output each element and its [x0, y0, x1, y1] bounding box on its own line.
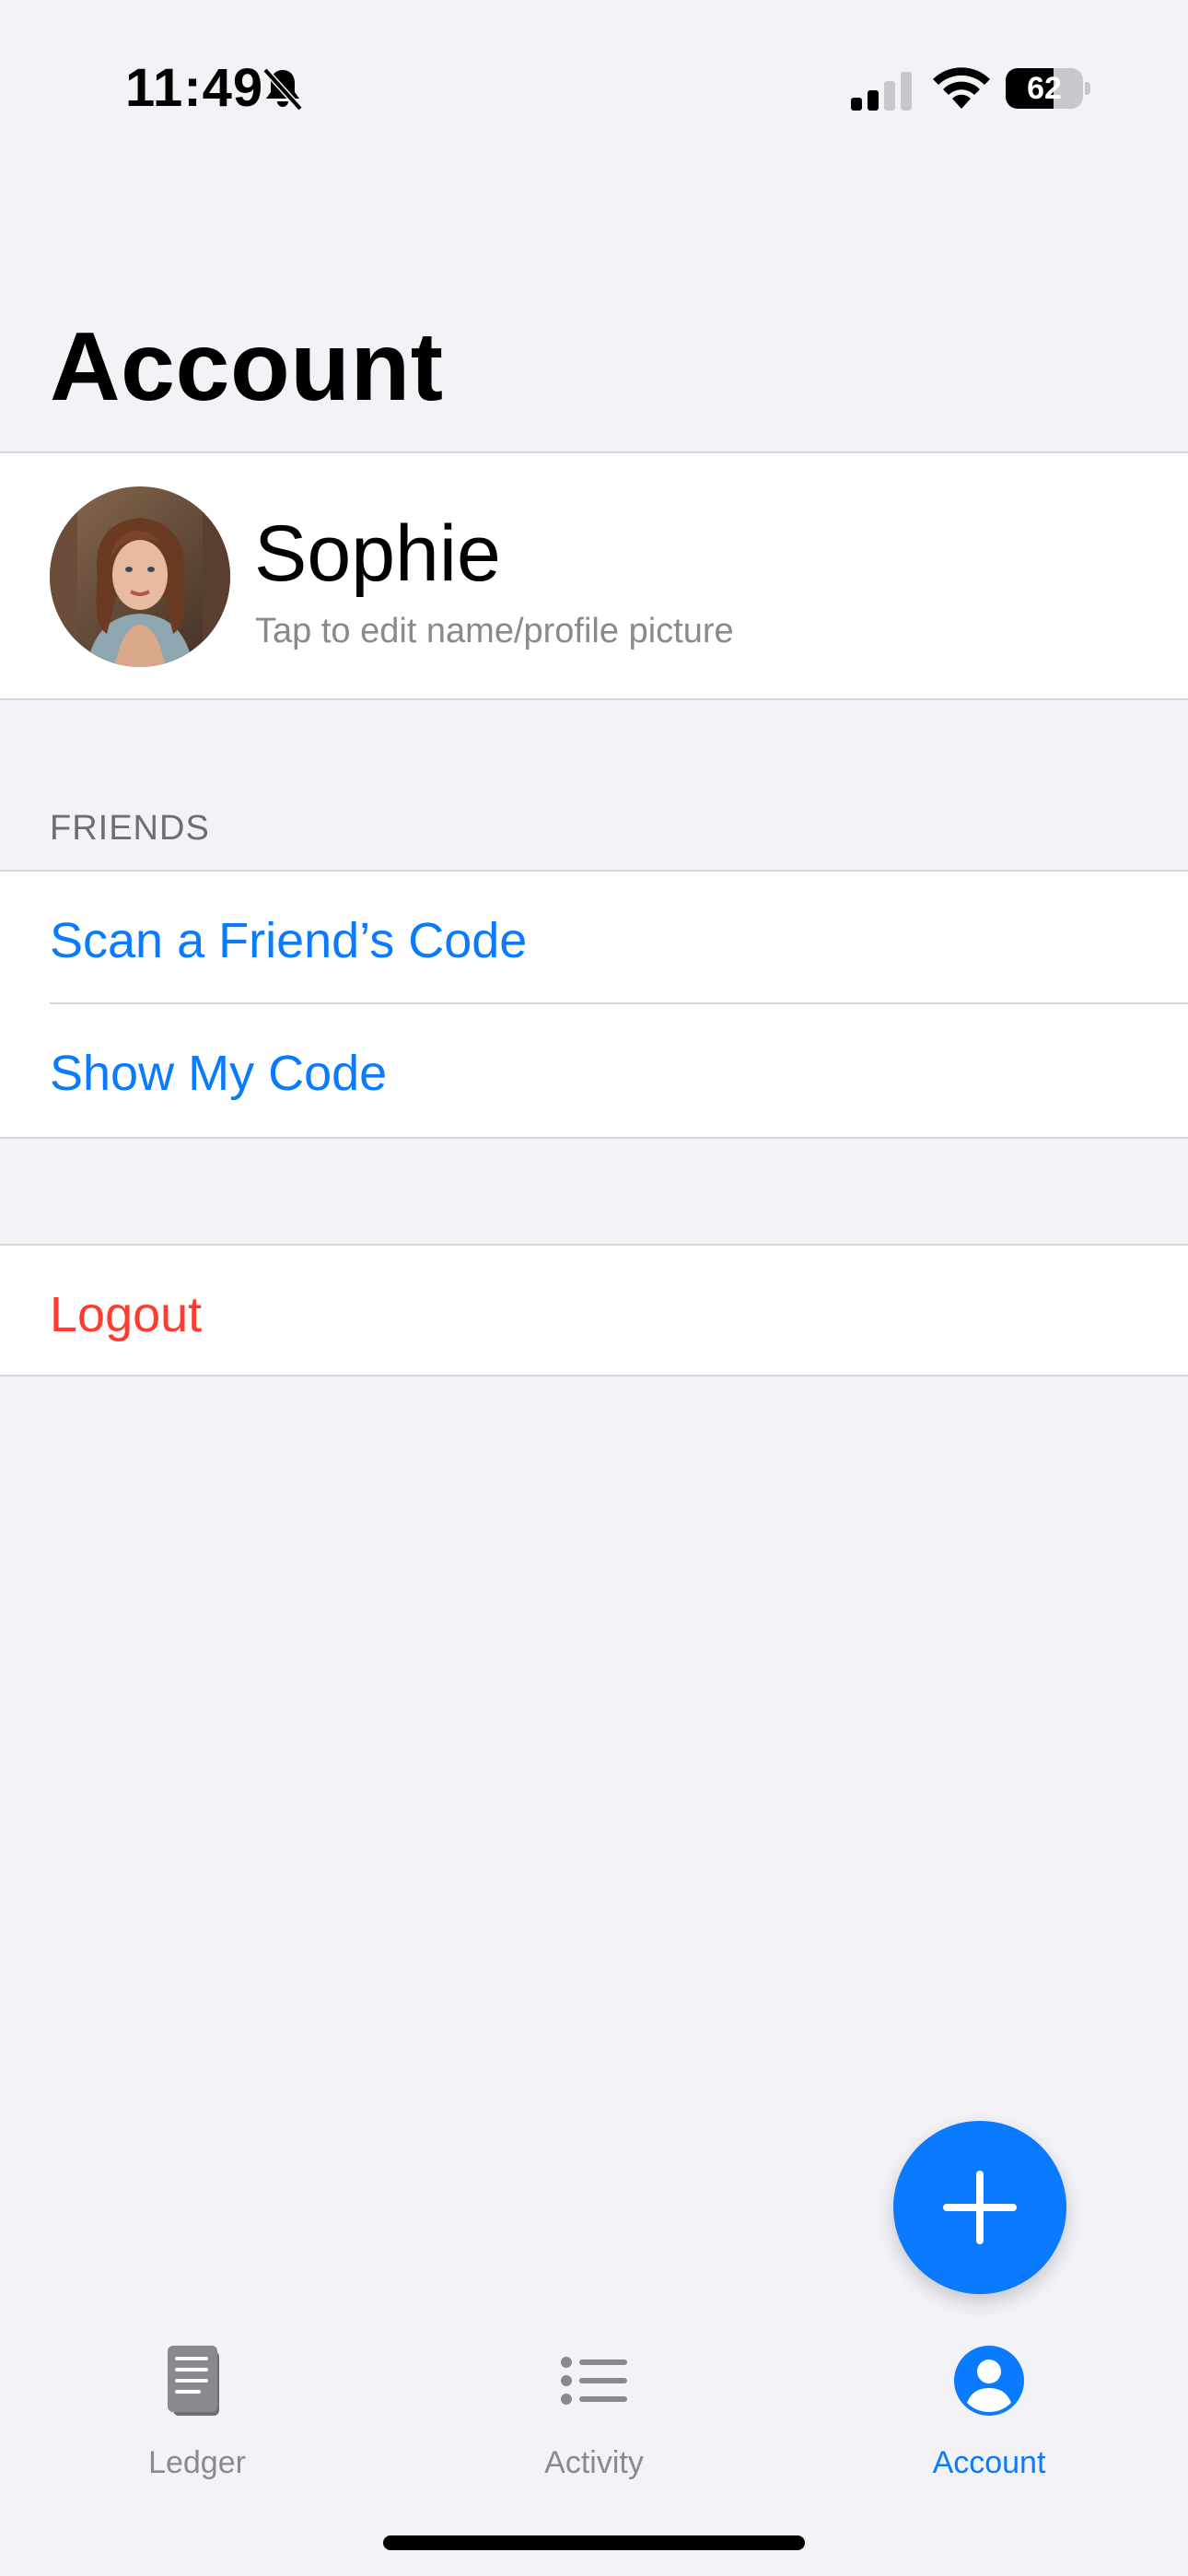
profile-subtitle: Tap to edit name/profile picture — [255, 612, 734, 650]
scan-friend-code-label: Scan a Friend’s Code — [50, 913, 528, 968]
logout-group: Logout — [0, 1244, 1188, 1376]
person-circle-icon — [954, 2346, 1024, 2416]
page-title: Account — [50, 312, 444, 421]
show-my-code-row[interactable]: Show My Code — [0, 1004, 1188, 1135]
battery-icon: 62 — [1006, 68, 1090, 109]
section-header-friends: FRIENDS — [50, 809, 210, 848]
tab-label-account: Account — [932, 2445, 1046, 2480]
logout-button[interactable]: Logout — [0, 1246, 1188, 1376]
bell-slash-icon — [262, 67, 303, 111]
add-button[interactable] — [893, 2121, 1066, 2294]
logout-label: Logout — [50, 1287, 203, 1342]
tab-label-ledger: Ledger — [148, 2445, 246, 2480]
status-time: 11:49 — [125, 58, 264, 118]
home-indicator — [383, 2535, 805, 2550]
friends-group: Scan a Friend’s Code Show My Code — [0, 870, 1188, 1139]
wifi-icon — [933, 67, 990, 109]
tab-account[interactable]: Account — [851, 2322, 1127, 2506]
profile-row[interactable]: Sophie Tap to edit name/profile picture — [0, 451, 1188, 700]
list-icon — [561, 2357, 627, 2405]
cellular-signal-icon — [851, 72, 912, 111]
scan-friend-code-row[interactable]: Scan a Friend’s Code — [0, 872, 1188, 1002]
avatar[interactable] — [50, 486, 230, 667]
account-screen: 11:49 62 Account Sophie Tap to edit name… — [0, 0, 1188, 2576]
tab-label-activity: Activity — [544, 2445, 644, 2480]
status-bar: 11:49 62 — [0, 0, 1188, 175]
battery-percent: 62 — [1027, 71, 1062, 106]
ledger-icon — [168, 2346, 219, 2416]
tab-activity[interactable]: Activity — [456, 2322, 732, 2506]
tab-ledger[interactable]: Ledger — [59, 2322, 335, 2506]
profile-name: Sophie — [254, 509, 501, 598]
plus-icon — [943, 2171, 1017, 2244]
show-my-code-label: Show My Code — [50, 1046, 388, 1101]
